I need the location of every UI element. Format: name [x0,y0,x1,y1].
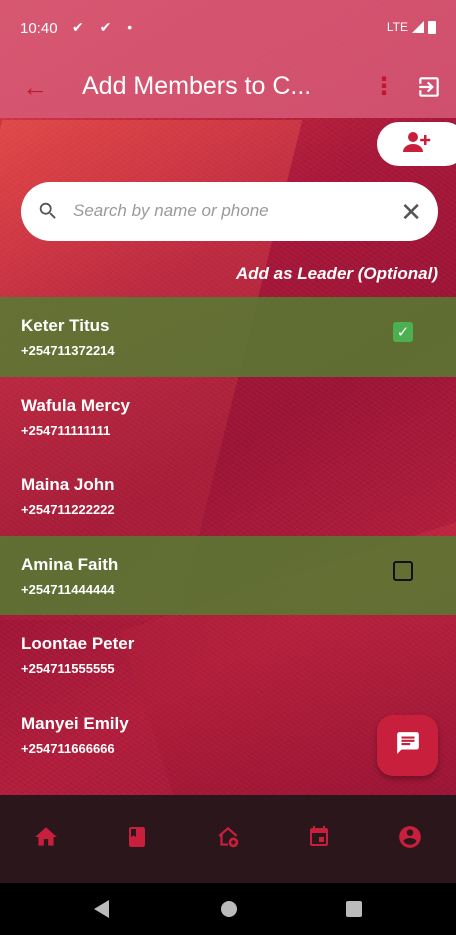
member-name: Manyei Emily [21,713,129,733]
list-item[interactable]: Amina Faith +254711444444 [0,535,456,615]
app-bar: ← Add Members to C... ⋮ [0,58,456,118]
member-phone: +254711666666 [21,740,115,756]
arrow-back-icon[interactable]: ← [22,72,48,103]
logout-icon[interactable] [416,74,442,105]
search-bar: ✕ [21,182,438,241]
status-time: 10:40 [20,20,58,37]
leader-checkbox[interactable]: ✓ [393,322,413,342]
system-recents-icon[interactable] [346,901,362,917]
signal-icon [412,21,424,33]
member-phone: +254711444444 [21,581,115,597]
member-phone: +254711111111 [21,422,111,438]
add-home-icon [215,824,241,855]
clear-icon[interactable]: ✕ [400,197,422,228]
status-right: LTE [387,20,436,34]
system-back-icon[interactable] [94,900,109,918]
chat-fab-button[interactable] [377,715,438,776]
search-icon [37,200,59,227]
system-navigation-bar [0,883,456,935]
list-item[interactable]: Maina John +254711222222 [0,456,456,536]
account-icon [397,824,423,855]
member-list: Keter Titus +254711372214 ✓ Wafula Mercy… [0,297,456,774]
leader-checkbox[interactable] [393,560,413,581]
leader-hint-label: Add as Leader (Optional) [235,264,438,283]
list-item[interactable]: Keter Titus +254711372214 ✓ [0,297,456,377]
member-name: Wafula Mercy [21,395,130,415]
home-icon [33,824,59,855]
more-vert-icon[interactable]: ⋮ [372,72,396,101]
member-phone: +254711555555 [21,661,115,676]
member-name: Keter Titus [21,316,110,335]
nav-add-home[interactable] [208,819,248,859]
nav-account[interactable] [390,819,430,859]
book-icon [125,825,149,854]
member-name: Amina Faith [21,554,119,574]
list-item[interactable]: Loontae Peter +254711555555 [0,615,456,695]
nav-book[interactable] [117,819,157,859]
calendar-icon [307,825,331,854]
member-phone: +254711372214 [21,343,115,358]
member-name: Maina John [21,475,115,494]
add-member-button[interactable] [377,122,456,166]
search-input[interactable] [73,196,393,226]
network-label: LTE [386,20,408,34]
person-add-icon [403,130,431,159]
battery-icon [428,20,436,34]
bottom-navigation [0,795,456,883]
page-title: Add Members to C... [82,72,312,100]
member-phone: +254711222222 [21,502,115,517]
notification-icons: ✔ ✔ • [72,19,139,35]
list-item[interactable]: Wafula Mercy +254711111111 [0,377,456,457]
nav-calendar[interactable] [299,819,339,859]
member-name: Loontae Peter [21,634,135,653]
status-bar: 10:40 ✔ ✔ • LTE [0,0,456,58]
system-home-icon[interactable] [221,901,237,917]
chat-icon [395,730,421,761]
nav-home[interactable] [26,819,66,859]
